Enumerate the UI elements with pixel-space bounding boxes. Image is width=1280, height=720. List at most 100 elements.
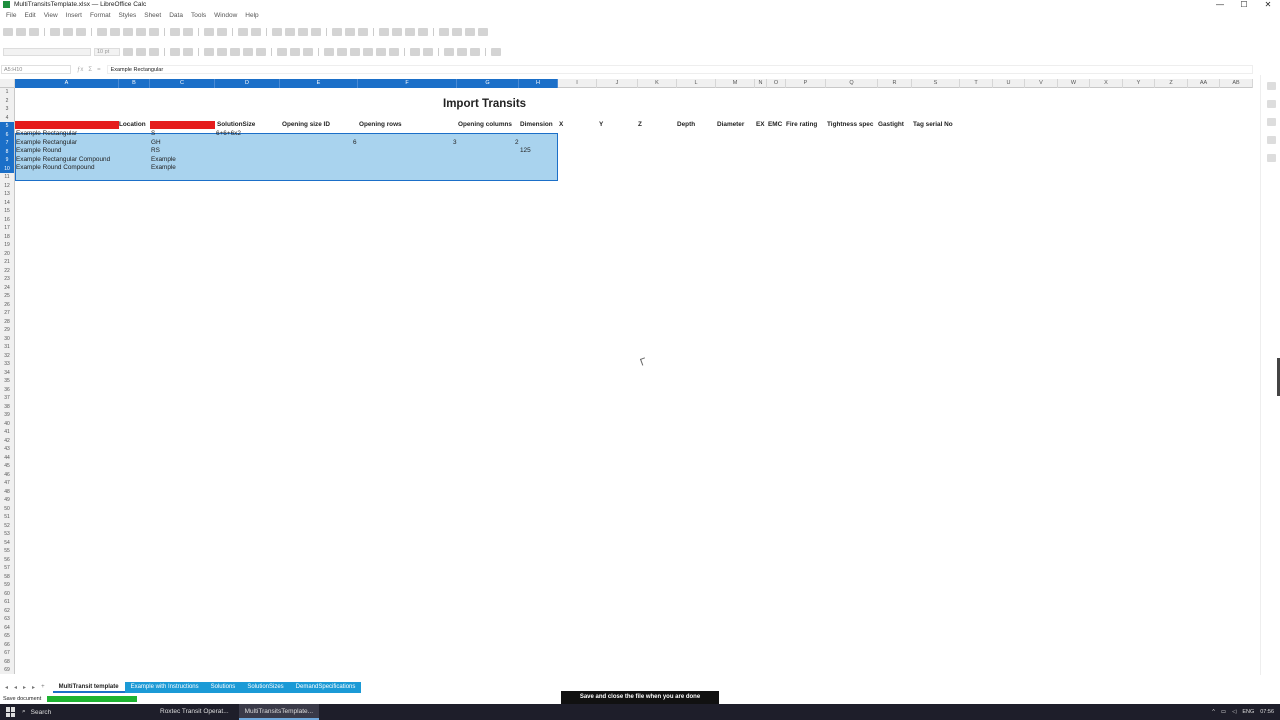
styles-icon[interactable] [1267, 100, 1276, 108]
row-header[interactable]: 54 [0, 539, 14, 548]
row-header[interactable]: 38 [0, 403, 14, 412]
conditional-format-icon[interactable] [491, 47, 501, 56]
row-header[interactable]: 49 [0, 496, 14, 505]
row-header[interactable]: 66 [0, 641, 14, 650]
split-window-icon[interactable] [465, 27, 475, 36]
define-print-area-icon[interactable] [439, 27, 449, 36]
underline-icon[interactable] [149, 47, 159, 56]
header-dimension[interactable]: Dimension [520, 121, 553, 129]
column-header[interactable]: S [912, 79, 960, 88]
header-tightness-spec[interactable]: Tightness spec [827, 121, 873, 129]
row-header[interactable]: 53 [0, 530, 14, 539]
gallery-icon[interactable] [1267, 118, 1276, 126]
row-header[interactable]: 39 [0, 411, 14, 420]
bold-icon[interactable] [123, 47, 133, 56]
cell-dimension[interactable]: 125 [520, 147, 531, 155]
row-header[interactable]: 8 [0, 147, 14, 156]
column-header[interactable]: V [1025, 79, 1058, 88]
borders-icon[interactable] [444, 47, 454, 56]
tab-multitransit-template[interactable]: MultiTransit template [52, 682, 125, 693]
properties-icon[interactable] [1267, 82, 1276, 90]
italic-icon[interactable] [136, 47, 146, 56]
volume-icon[interactable]: ◁ [1232, 709, 1236, 715]
align-middle-icon[interactable] [290, 47, 300, 56]
align-right-icon[interactable] [230, 47, 240, 56]
name-box[interactable]: A5:H10 [1, 65, 71, 74]
spelling-icon[interactable] [217, 27, 227, 36]
row-header[interactable]: 37 [0, 394, 14, 403]
row-header[interactable]: 13 [0, 190, 14, 199]
header-y[interactable]: Y [599, 121, 603, 129]
column-header[interactable]: AA [1188, 79, 1220, 88]
cell-solution[interactable]: Example [151, 156, 176, 164]
pivot-table-icon[interactable] [358, 27, 368, 36]
row-header[interactable]: 47 [0, 479, 14, 488]
row-header[interactable]: 9 [0, 156, 14, 165]
align-left-icon[interactable] [204, 47, 214, 56]
row-header[interactable]: 15 [0, 207, 14, 216]
menu-window[interactable]: Window [211, 12, 240, 22]
column-header[interactable]: R [878, 79, 912, 88]
row-header[interactable]: 16 [0, 216, 14, 225]
menu-edit[interactable]: Edit [21, 12, 38, 22]
column-header[interactable]: D [215, 79, 280, 88]
add-decimal-icon[interactable] [376, 47, 386, 56]
menu-help[interactable]: Help [242, 12, 261, 22]
header-x[interactable]: X [559, 121, 563, 129]
cell-name[interactable]: Example Rectangular [16, 139, 77, 147]
column-header[interactable]: L [677, 79, 716, 88]
clone-format-icon[interactable] [136, 27, 146, 36]
row-header[interactable]: 60 [0, 590, 14, 599]
special-character-icon[interactable] [379, 27, 389, 36]
column-header[interactable]: Z [1155, 79, 1188, 88]
number-format-icon[interactable] [350, 47, 360, 56]
row-header[interactable]: 65 [0, 632, 14, 641]
increase-indent-icon[interactable] [410, 47, 420, 56]
clock[interactable]: 07:56 [1260, 709, 1274, 715]
column-header[interactable]: I [558, 79, 597, 88]
header-name[interactable]: Name [15, 121, 119, 129]
find-replace-icon[interactable] [204, 27, 214, 36]
row-header[interactable]: 20 [0, 250, 14, 259]
column-header[interactable]: M [716, 79, 755, 88]
font-color-icon[interactable] [170, 47, 180, 56]
column-header[interactable]: C [150, 79, 215, 88]
menu-insert[interactable]: Insert [63, 12, 85, 22]
print-icon[interactable] [63, 27, 73, 36]
header-opening-columns[interactable]: Opening columns [458, 121, 512, 129]
font-size-box[interactable]: 10 pt [94, 47, 120, 56]
column-header[interactable]: E [280, 79, 358, 88]
menu-styles[interactable]: Styles [116, 12, 140, 22]
row-header[interactable]: 56 [0, 556, 14, 565]
cell-dimension[interactable]: 2 [515, 139, 519, 147]
row-header[interactable]: 44 [0, 454, 14, 463]
language-indicator[interactable]: ENG [1242, 709, 1254, 715]
last-sheet-icon[interactable]: ▸ [32, 684, 35, 691]
wrap-text-icon[interactable] [243, 47, 253, 56]
column-header[interactable]: J [597, 79, 638, 88]
row-header[interactable]: 45 [0, 462, 14, 471]
cell-solution[interactable]: GH [151, 139, 161, 147]
row-header[interactable]: 64 [0, 624, 14, 633]
header-diameter[interactable]: Diameter [717, 121, 744, 129]
cell-size[interactable]: 6+6+6x2 [216, 130, 241, 138]
paste-icon[interactable] [123, 27, 133, 36]
new-icon[interactable] [3, 27, 13, 36]
row-header[interactable]: 4 [0, 114, 14, 123]
merge-center-icon[interactable] [256, 47, 266, 56]
row-header[interactable]: 2 [0, 97, 14, 106]
comment-icon[interactable] [405, 27, 415, 36]
column-header[interactable]: AB [1220, 79, 1253, 88]
autofilter-icon[interactable] [311, 27, 321, 36]
row-header[interactable]: 14 [0, 199, 14, 208]
menu-file[interactable]: File [3, 12, 19, 22]
copy-icon[interactable] [110, 27, 120, 36]
row-header[interactable]: 3 [0, 105, 14, 114]
row-header[interactable]: 36 [0, 386, 14, 395]
cell-solution[interactable]: Example [151, 164, 176, 172]
row-header[interactable]: 62 [0, 607, 14, 616]
cell-opening-columns[interactable]: 3 [453, 139, 457, 147]
row-header[interactable]: 30 [0, 335, 14, 344]
row-header[interactable]: 51 [0, 513, 14, 522]
row-header[interactable]: 35 [0, 377, 14, 386]
